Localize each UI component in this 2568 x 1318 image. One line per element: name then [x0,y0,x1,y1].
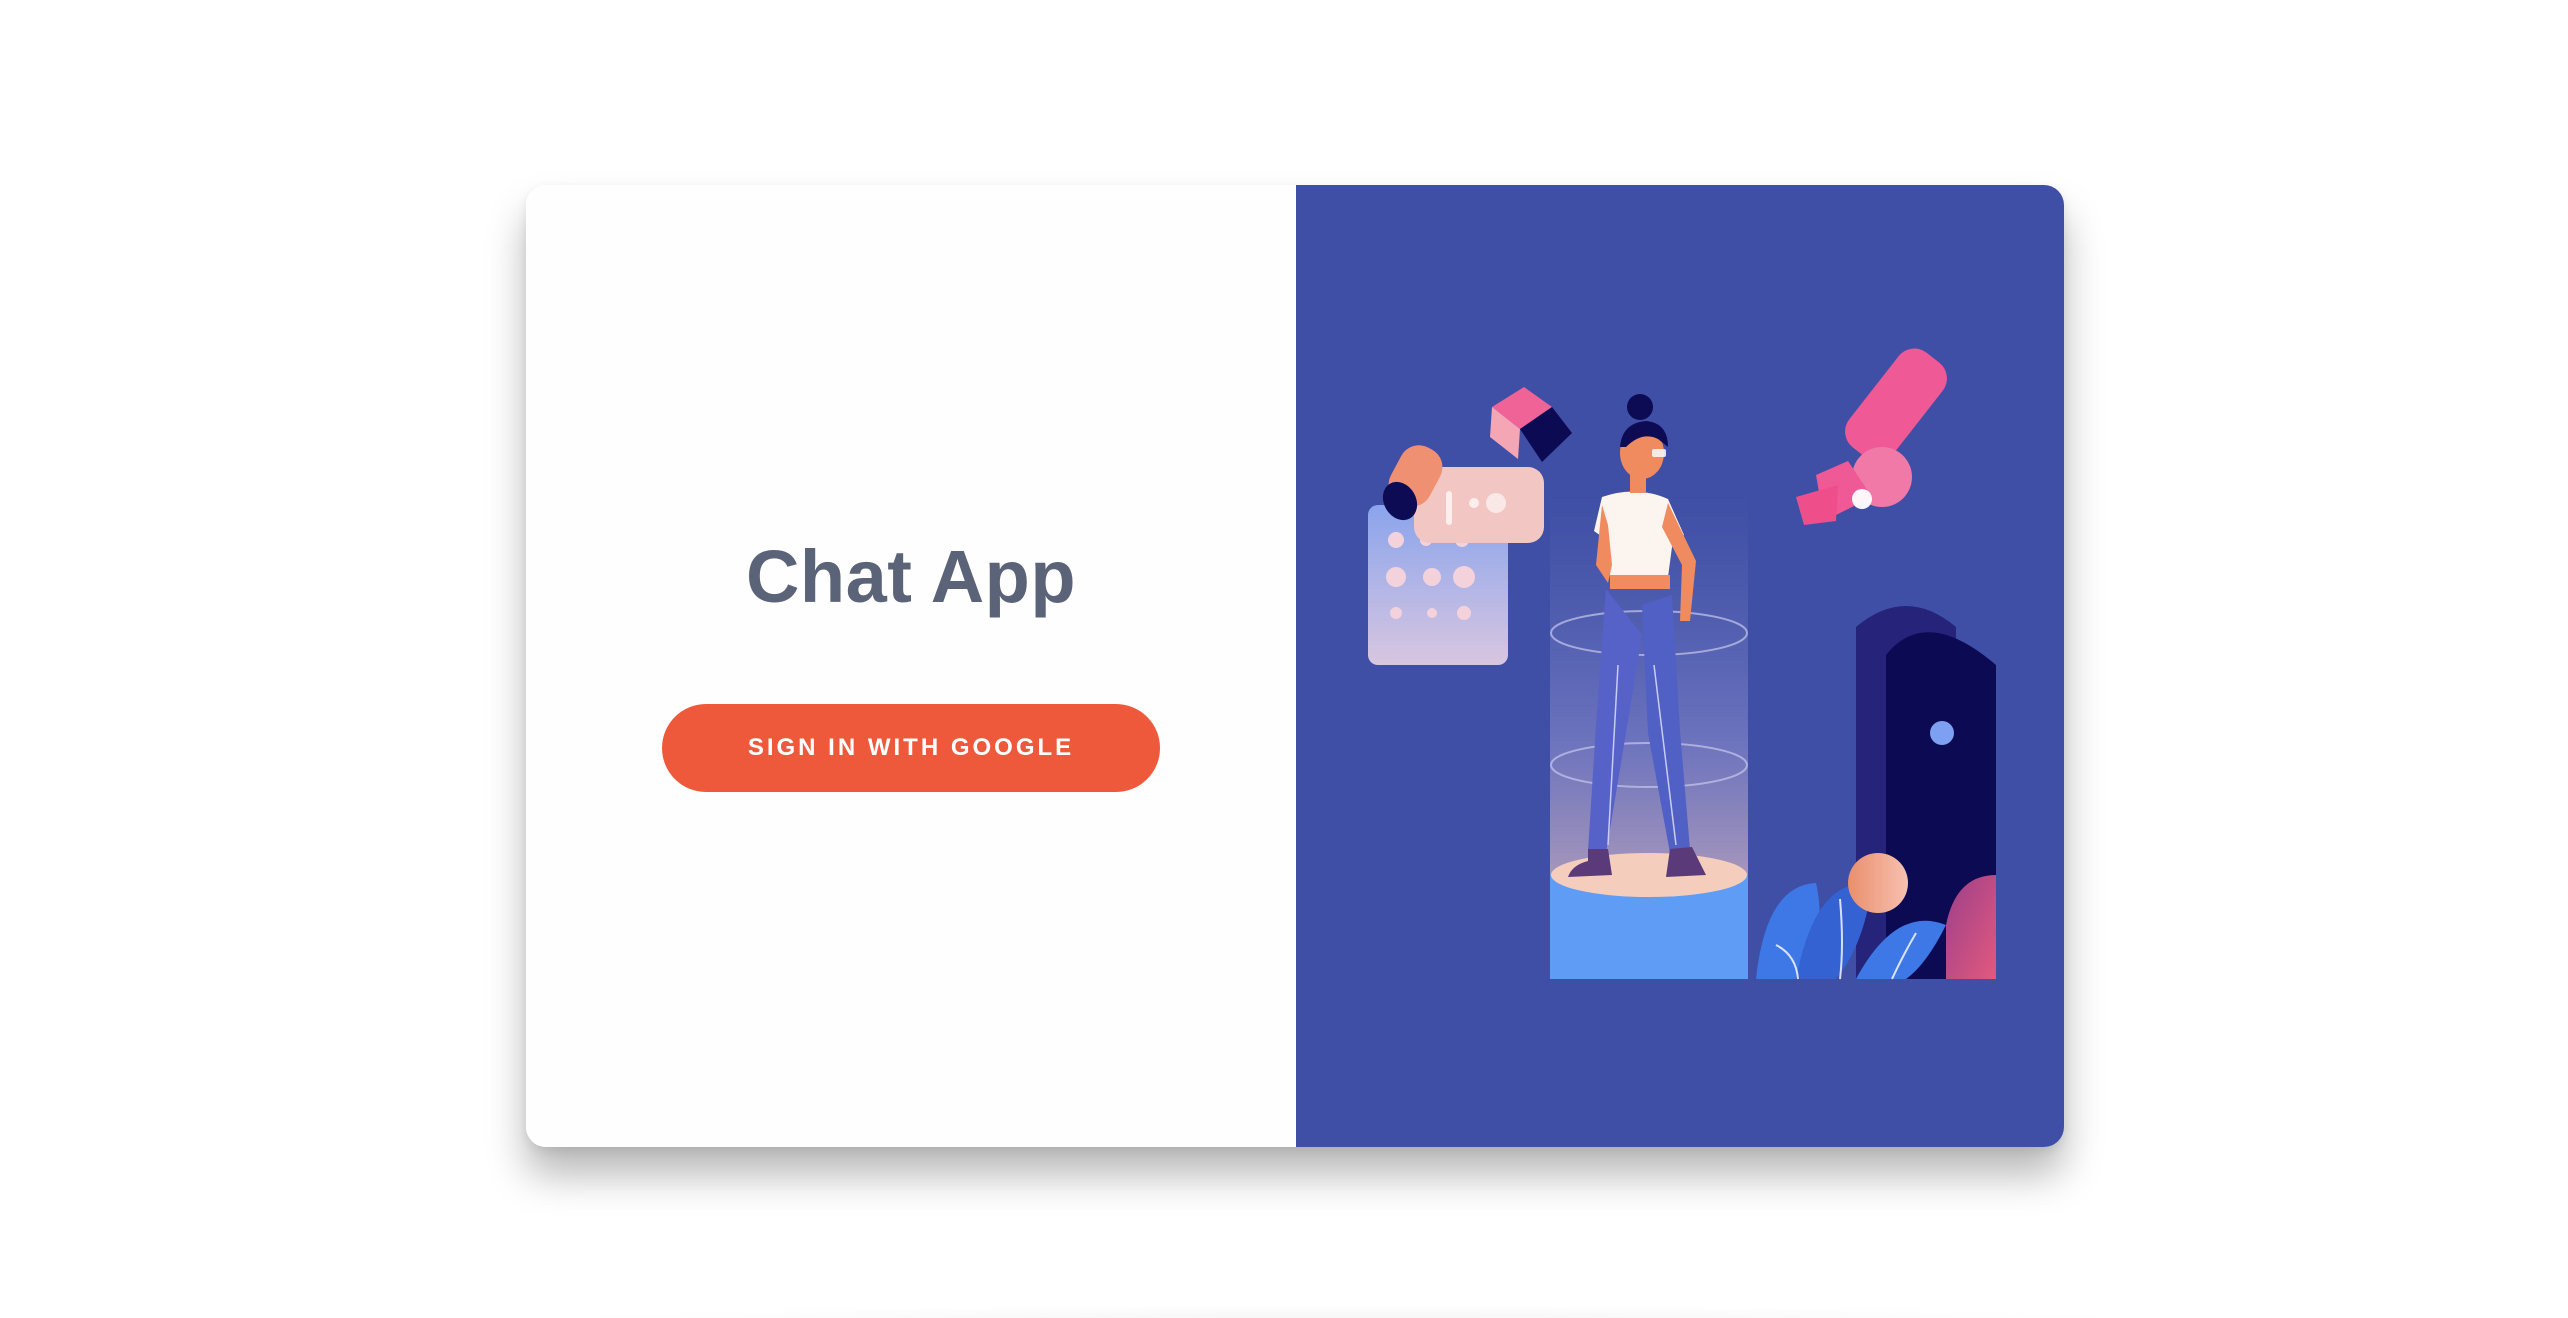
page: Chat App SIGN IN WITH GOOGLE [0,0,2568,1318]
woman-in-virtual-space-illustration-icon [1368,348,1996,980]
illustration-panel [1296,185,2064,1147]
floor-shadow [540,1305,2160,1318]
app-title: Chat App [745,535,1077,618]
sign-in-with-google-button[interactable]: SIGN IN WITH GOOGLE [662,704,1160,792]
login-panel: Chat App SIGN IN WITH GOOGLE [526,185,1296,1147]
floating-cards-icon [1368,445,1544,665]
floating-cube-icon [1490,387,1572,462]
megaphone-hand-icon [1796,348,1947,525]
login-card: Chat App SIGN IN WITH GOOGLE [526,185,2064,1147]
